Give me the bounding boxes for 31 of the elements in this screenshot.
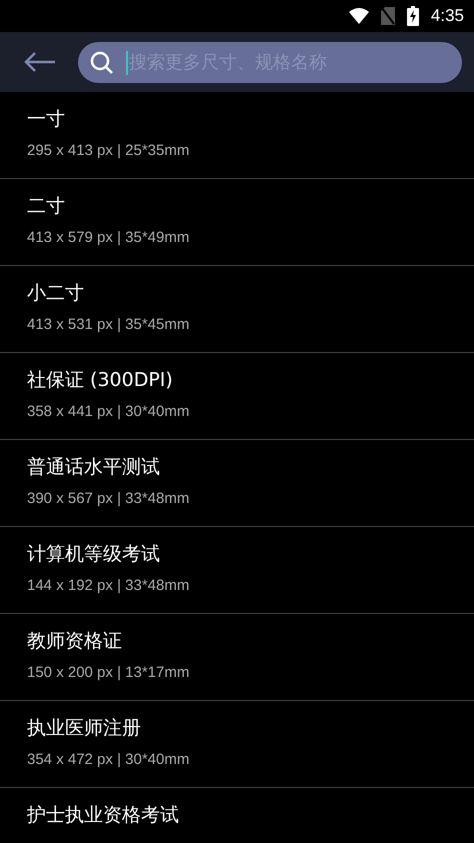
size-list-item[interactable]: 二寸 413 x 579 px | 35*49mm	[0, 179, 474, 266]
size-list-item[interactable]: 护士执业资格考试	[0, 788, 474, 843]
back-arrow-icon[interactable]	[24, 51, 56, 73]
wifi-icon	[348, 8, 369, 24]
battery-charging-icon	[406, 6, 419, 26]
size-spec: 413 x 579 px | 35*49mm	[27, 229, 190, 246]
size-spec: 390 x 567 px | 33*48mm	[27, 490, 190, 507]
size-list-item[interactable]: 教师资格证 150 x 200 px | 13*17mm	[0, 614, 474, 701]
size-name: 小二寸	[27, 281, 85, 306]
size-list-item[interactable]: 执业医师注册 354 x 472 px | 30*40mm	[0, 701, 474, 788]
status-time: 4:35	[430, 6, 464, 26]
no-sim-icon	[380, 7, 395, 25]
size-name: 社保证 (300DPI)	[27, 368, 174, 393]
size-name: 一寸	[27, 107, 66, 132]
size-spec: 358 x 441 px | 30*40mm	[27, 403, 190, 420]
size-list-item[interactable]: 社保证 (300DPI) 358 x 441 px | 30*40mm	[0, 353, 474, 440]
size-name: 普通话水平测试	[27, 455, 161, 480]
size-name: 二寸	[27, 194, 66, 219]
size-spec: 354 x 472 px | 30*40mm	[27, 751, 190, 768]
size-name: 护士执业资格考试	[27, 803, 180, 828]
size-list-item[interactable]: 一寸 295 x 413 px | 25*35mm	[0, 92, 474, 179]
size-spec: 413 x 531 px | 35*45mm	[27, 316, 190, 333]
size-spec: 150 x 200 px | 13*17mm	[27, 664, 190, 681]
size-spec: 144 x 192 px | 33*48mm	[27, 577, 190, 594]
size-list-item[interactable]: 普通话水平测试 390 x 567 px | 33*48mm	[0, 440, 474, 527]
size-name: 执业医师注册	[27, 716, 142, 741]
size-spec: 295 x 413 px | 25*35mm	[27, 142, 190, 159]
size-list-item[interactable]: 计算机等级考试 144 x 192 px | 33*48mm	[0, 527, 474, 614]
size-name: 计算机等级考试	[27, 542, 161, 567]
size-list-item[interactable]: 小二寸 413 x 531 px | 35*45mm	[0, 266, 474, 353]
size-name: 教师资格证	[27, 629, 123, 654]
